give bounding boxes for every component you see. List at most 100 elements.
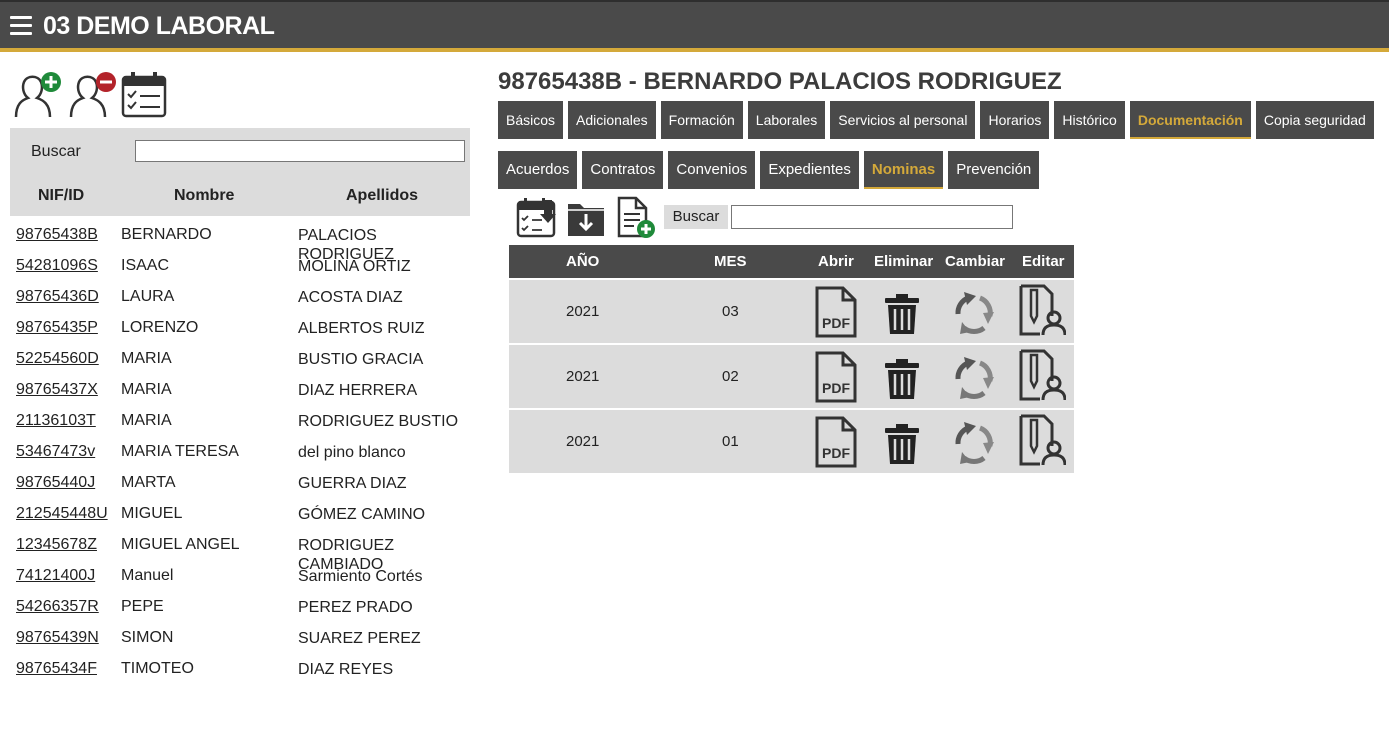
employee-apellidos: GUERRA DIAZ [298,475,407,492]
employee-row[interactable]: 21136103T MARIA RODRIGUEZ BUSTIO [10,408,470,439]
employee-apellidos: SUAREZ PEREZ [298,630,421,647]
header-edit: Editar [1022,253,1065,270]
employee-row[interactable]: 98765440J MARTA GUERRA DIAZ [10,470,470,501]
tab-convenios[interactable]: Convenios [668,151,756,189]
trash-icon[interactable] [882,418,922,472]
employee-nif-link[interactable]: 52254560D [16,350,99,368]
tab-prevencion[interactable]: Prevención [948,151,1040,189]
tab-copia-seguridad[interactable]: Copia seguridad [1255,101,1374,139]
employee-nif-link[interactable]: 212545448U [16,505,108,523]
employee-nif-link[interactable]: 98765438B [16,226,98,244]
tab-expedientes[interactable]: Expedientes [760,151,859,189]
pdf-icon[interactable]: PDF [813,416,859,472]
user-remove-icon[interactable] [67,70,119,120]
tab-historico[interactable]: Histórico [1054,101,1125,139]
tab-contratos[interactable]: Contratos [582,151,664,189]
employee-row[interactable]: 98765438B BERNARDO PALACIOS RODRIGUEZ [10,222,470,263]
app-header: 03 DEMO LABORAL [0,0,1389,52]
nominas-search-label: Buscar [664,205,728,229]
employee-nif-link[interactable]: 21136103T [16,412,96,430]
cycle-change-icon[interactable] [948,286,1000,342]
employee-nif-link[interactable]: 12345678Z [16,536,97,554]
employee-row[interactable]: 212545448U MIGUEL GÓMEZ CAMINO [10,501,470,532]
nomina-month: 03 [722,303,739,320]
employee-row[interactable]: 54266357R PEPE PEREZ PRADO [10,594,470,625]
employee-apellidos: DIAZ HERRERA [298,382,418,399]
document-add-icon[interactable] [616,196,656,240]
employee-nombre: ISAAC [121,257,170,274]
trash-icon[interactable] [882,288,922,342]
employee-search-input[interactable] [135,140,465,162]
employee-apellidos: ALBERTOS RUIZ [298,320,425,337]
column-header-apellidos[interactable]: Apellidos [346,187,418,205]
folder-download-icon[interactable] [566,196,606,238]
nomina-row: 2021 02 PDF [509,345,1074,408]
nomina-month: 02 [722,368,739,385]
pdf-icon[interactable]: PDF [813,351,859,407]
pdf-icon[interactable]: PDF [813,286,859,342]
employee-nif-link[interactable]: 98765440J [16,474,95,492]
trash-icon[interactable] [882,353,922,407]
nomina-year: 2021 [566,368,600,385]
employee-nombre: BERNARDO [121,226,212,243]
employee-nombre: MARIA [121,350,172,367]
edit-document-user-icon[interactable] [1018,414,1067,472]
calendar-download-icon[interactable] [516,196,558,238]
menu-icon[interactable] [10,16,32,36]
employee-nif-link[interactable]: 98765435P [16,319,98,337]
employee-row[interactable]: 98765434F TIMOTEO DIAZ REYES [10,656,470,687]
edit-document-user-icon[interactable] [1018,284,1067,342]
calendar-check-icon[interactable] [120,70,168,118]
nomina-year: 2021 [566,433,600,450]
column-header-nombre[interactable]: Nombre [174,187,234,205]
column-header-nif[interactable]: NIF/ID [38,187,84,205]
cycle-change-icon[interactable] [948,416,1000,472]
tab-documentacion[interactable]: Documentación [1129,101,1251,139]
employee-nif-link[interactable]: 98765436D [16,288,99,306]
employee-nif-link[interactable]: 98765439N [16,629,99,647]
employee-row[interactable]: 53467473v MARIA TERESA del pino blanco [10,439,470,470]
employee-nif-link[interactable]: 74121400J [16,567,95,585]
cycle-change-icon[interactable] [948,351,1000,407]
employee-row[interactable]: 12345678Z MIGUEL ANGEL RODRIGUEZ CAMBIADO [10,532,470,573]
employee-list: 98765438B BERNARDO PALACIOS RODRIGUEZ 54281… [10,222,470,687]
employee-nombre: MIGUEL [121,505,183,522]
employee-apellidos: BUSTIO GRACIA [298,351,424,368]
employee-apellidos: GÓMEZ CAMINO [298,506,426,523]
employee-nif-link[interactable]: 53467473v [16,443,95,461]
nominas-search-input[interactable] [731,205,1013,229]
employee-nif-link[interactable]: 98765437X [16,381,98,399]
main-tabs: Básicos Adicionales Formación Laborales Serv… [498,101,1374,139]
tab-basicos[interactable]: Básicos [498,101,564,139]
employee-row[interactable]: 98765439N SIMON SUAREZ PEREZ [10,625,470,656]
edit-document-user-icon[interactable] [1018,349,1067,407]
nominas-table: AÑO MES Abrir Eliminar Cambiar Editar 20… [509,245,1074,473]
tab-acuerdos[interactable]: Acuerdos [498,151,578,189]
employee-nif-link[interactable]: 54266357R [16,598,99,616]
employee-nif-link[interactable]: 98765434F [16,660,97,678]
employee-row[interactable]: 52254560D MARIA BUSTIO GRACIA [10,346,470,377]
employee-apellidos: DIAZ REYES [298,661,394,678]
employee-row[interactable]: 54281096S ISAAC MOLINA ORTIZ [10,253,470,284]
tab-horarios[interactable]: Horarios [980,101,1050,139]
svg-text:PDF: PDF [822,315,850,331]
employee-apellidos: del pino blanco [298,444,406,461]
tab-adicionales[interactable]: Adicionales [568,101,656,139]
app-title: 03 DEMO LABORAL [43,12,275,40]
tab-servicios-al-personal[interactable]: Servicios al personal [830,101,976,139]
employee-row[interactable]: 74121400J Manuel Sarmiento Cortés [10,563,470,594]
employee-nif-link[interactable]: 54281096S [16,257,98,275]
employee-apellidos: MOLINA ORTIZ [298,258,411,275]
employee-title: 98765438B - BERNARDO PALACIOS RODRIGUEZ [498,68,1062,95]
tab-laborales[interactable]: Laborales [747,101,826,139]
tab-formacion[interactable]: Formación [660,101,743,139]
employee-row[interactable]: 98765435P LORENZO ALBERTOS RUIZ [10,315,470,346]
employee-nombre: MARTA [121,474,176,491]
tab-nominas[interactable]: Nominas [863,151,944,189]
employee-nombre: MIGUEL ANGEL [121,536,240,553]
nomina-month: 01 [722,433,739,450]
user-add-icon[interactable] [12,70,64,120]
employee-row[interactable]: 98765436D LAURA ACOSTA DIAZ [10,284,470,315]
employee-nombre: MARIA [121,381,172,398]
employee-row[interactable]: 98765437X MARIA DIAZ HERRERA [10,377,470,408]
